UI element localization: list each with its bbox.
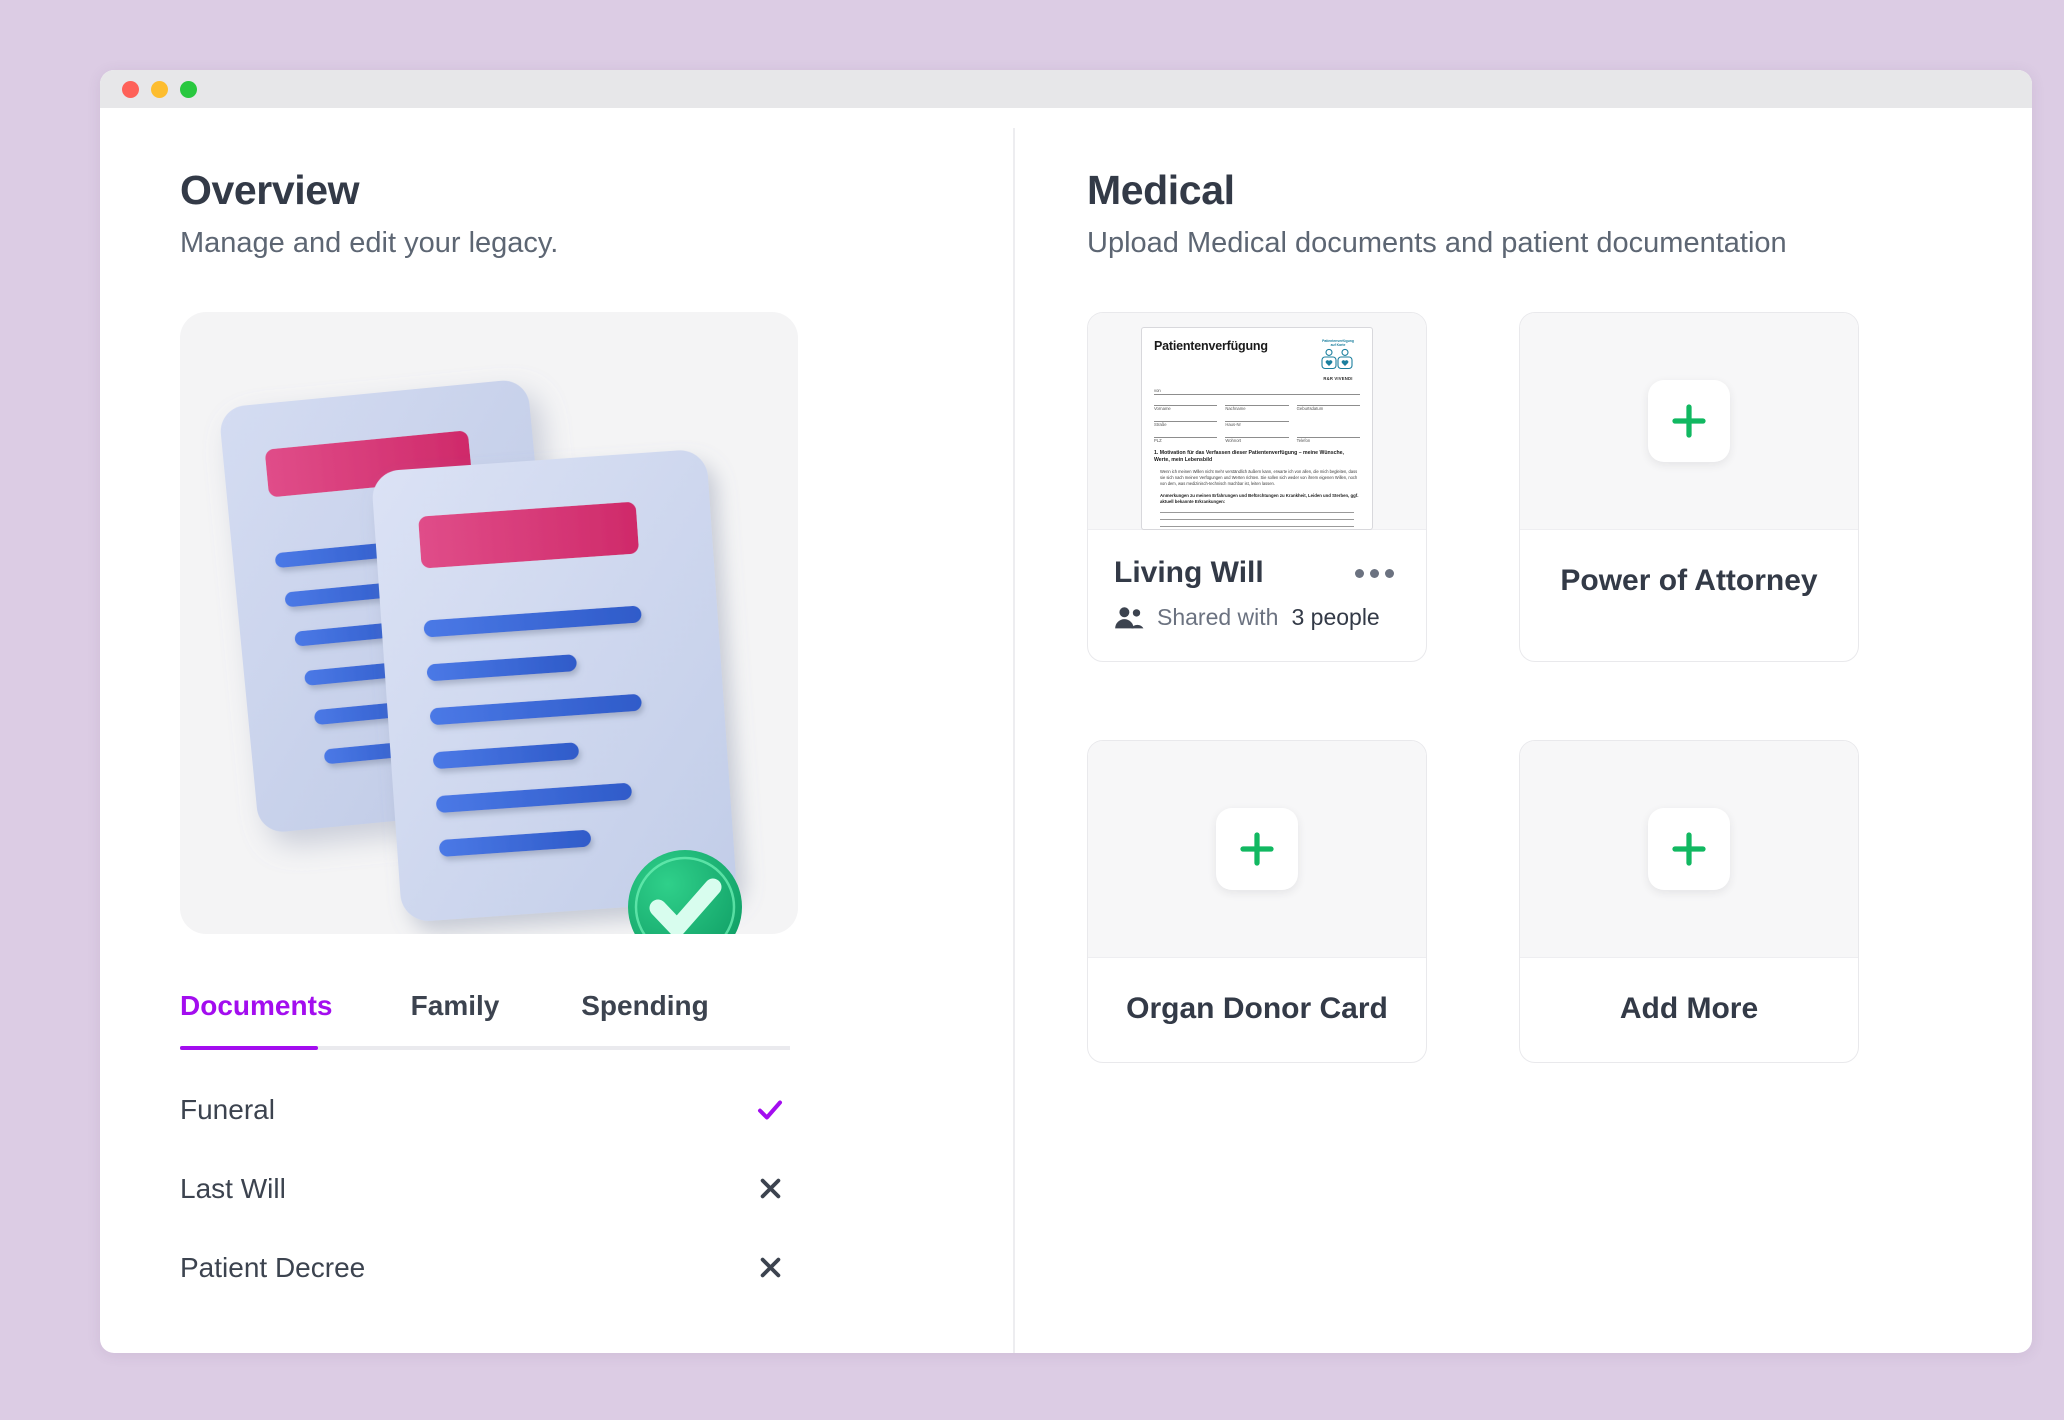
card-living-will[interactable]: Patientenverfügung Patientenverfügung au… <box>1087 312 1427 663</box>
list-item[interactable]: Last Will <box>180 1149 790 1228</box>
medical-title: Medical <box>1087 167 1235 213</box>
card-media <box>1520 741 1858 959</box>
tab-active-underline <box>180 1046 318 1051</box>
card-power-of-attorney[interactable]: Power of Attorney <box>1519 312 1859 663</box>
card-footer: Living Will Shared with 3 people <box>1088 530 1426 661</box>
shared-count: 3 people <box>1291 604 1380 631</box>
thumbnail-fields-row-3: PLZ Wohnort Telefon <box>1154 436 1360 443</box>
minimize-button[interactable] <box>151 80 168 98</box>
card-title: Add More <box>1619 992 1759 1026</box>
shared-label: Shared with <box>1157 604 1279 631</box>
list-item-label: Patient Decree <box>180 1251 366 1283</box>
card-organ-donor[interactable]: Organ Donor Card <box>1087 740 1427 1064</box>
card-media <box>1088 741 1426 959</box>
card-title: Power of Attorney <box>1560 564 1818 598</box>
shared-status: Shared with 3 people <box>1114 604 1400 631</box>
status-cross-icon <box>750 1254 790 1281</box>
medical-cards-grid: Patientenverfügung Patientenverfügung au… <box>1087 312 2032 1064</box>
overview-panel: Overview Manage and edit your legacy. Do… <box>100 108 1013 1353</box>
list-item-label: Last Will <box>180 1172 286 1204</box>
card-title: Organ Donor Card <box>1126 992 1388 1026</box>
documents-3d-illustration <box>220 380 742 935</box>
maximize-button[interactable] <box>180 80 197 98</box>
plus-icon <box>1672 832 1706 866</box>
card-media <box>1520 313 1858 531</box>
card-title: Living Will <box>1114 556 1264 590</box>
window-body: Overview Manage and edit your legacy. Do… <box>100 108 2032 1353</box>
thumbnail-title: Patientenverfügung <box>1154 339 1268 354</box>
tab-family[interactable]: Family <box>365 990 545 1050</box>
list-item[interactable]: Funeral <box>180 1070 790 1149</box>
status-cross-icon <box>750 1175 790 1202</box>
two-people-heart-icon <box>1321 348 1353 369</box>
people-icon <box>1115 606 1144 628</box>
add-document-button[interactable] <box>1648 380 1730 463</box>
close-button[interactable] <box>122 80 139 98</box>
medical-subtitle: Upload Medical documents and patient doc… <box>1087 227 1787 260</box>
list-item-label: Funeral <box>180 1093 275 1125</box>
thumbnail-fields-row-2: Straße Haus-Nr <box>1154 420 1360 427</box>
add-document-button[interactable] <box>1216 808 1298 891</box>
document-thumbnail: Patientenverfügung Patientenverfügung au… <box>1141 327 1373 531</box>
thumbnail-fields-row-1: Vorname Nachname Geburtsdatum <box>1154 404 1360 411</box>
app-window: Overview Manage and edit your legacy. Do… <box>100 70 2032 1353</box>
window-titlebar <box>100 70 2032 108</box>
documents-illustration-card <box>180 312 798 935</box>
list-item[interactable]: Patient Decree <box>180 1228 790 1307</box>
more-options-icon[interactable] <box>1349 563 1400 584</box>
page-subtitle: Manage and edit your legacy. <box>180 227 559 260</box>
card-footer: Power of Attorney <box>1520 530 1858 634</box>
tab-spending[interactable]: Spending <box>545 990 745 1050</box>
card-footer: Add More <box>1520 958 1858 1062</box>
vivendi-logo: Patientenverfügung auf Karte R&R VIVENDI <box>1316 339 1360 381</box>
card-footer: Organ Donor Card <box>1088 958 1426 1062</box>
thumbnail-section-heading: 1. Motivation für das Verfassen dieser P… <box>1154 449 1344 463</box>
card-add-more[interactable]: Add More <box>1519 740 1859 1064</box>
medical-panel: Medical Upload Medical documents and pat… <box>1013 108 2032 1353</box>
panel-divider <box>1013 128 1015 1353</box>
tab-documents[interactable]: Documents <box>180 990 365 1050</box>
status-check-icon <box>750 1095 790 1125</box>
thumbnail-note-text: Anmerkungen zu meinen Erfahrungen und Be… <box>1160 492 1359 505</box>
plus-icon <box>1672 404 1706 438</box>
card-media: Patientenverfügung Patientenverfügung au… <box>1088 313 1426 531</box>
page-title: Overview <box>180 167 360 213</box>
overview-tabs: Documents Family Spending <box>180 990 790 1051</box>
plus-icon <box>1240 832 1274 866</box>
add-document-button[interactable] <box>1648 808 1730 891</box>
documents-list: Funeral Last Will Patient Decree <box>180 1070 790 1307</box>
thumbnail-body-text: Wenn ich meinen Willen nicht mehr verstä… <box>1160 468 1358 487</box>
